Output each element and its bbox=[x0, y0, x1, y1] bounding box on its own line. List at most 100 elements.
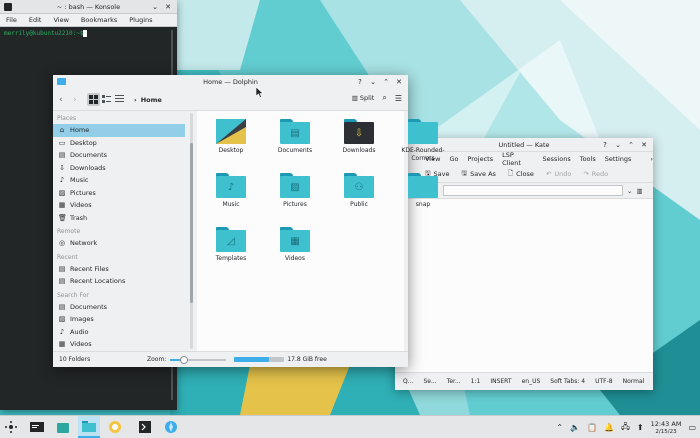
places-item-downloads[interactable]: ⇩ Downloads bbox=[53, 162, 195, 175]
network-icon[interactable]: 🖧 bbox=[621, 421, 630, 435]
indentation-mode[interactable]: Soft Tabs: 4 bbox=[550, 378, 585, 385]
file-view[interactable]: Desktop ▤ Documents ⇩ Downloads KDE-Rounded-C… bbox=[197, 111, 445, 351]
places-item-trash[interactable]: 🗑 Trash bbox=[53, 212, 195, 225]
breadcrumb[interactable]: › Home bbox=[134, 96, 162, 104]
file-item-videos[interactable]: ▦ Videos bbox=[265, 227, 325, 263]
encoding[interactable]: UTF-8 bbox=[595, 378, 613, 385]
minimize-icon[interactable]: ⌄ bbox=[613, 140, 623, 150]
file-item-kde-rounded-corners[interactable]: KDE-Rounded-Corners bbox=[393, 119, 453, 163]
text-editor[interactable] bbox=[395, 200, 653, 370]
konsole-task-icon[interactable] bbox=[134, 416, 156, 438]
search-item-images[interactable]: ▨ Images bbox=[53, 313, 195, 326]
file-item-documents[interactable]: ▤ Documents bbox=[265, 119, 325, 155]
maximize-icon[interactable]: ⌃ bbox=[381, 77, 391, 87]
hamburger-menu-icon[interactable]: ☰ bbox=[395, 94, 402, 103]
menu-file[interactable]: File bbox=[6, 16, 17, 24]
menu-overflow-icon[interactable]: › bbox=[650, 155, 653, 163]
minimize-icon[interactable]: ⌄ bbox=[150, 2, 160, 12]
places-item-pictures[interactable]: ▨ Pictures bbox=[53, 187, 195, 200]
recent-item-recent-locations[interactable]: ▤ Recent Locations bbox=[53, 275, 195, 288]
places-item-label: Videos bbox=[70, 201, 92, 210]
file-item-snap[interactable]: snap bbox=[393, 173, 453, 209]
browser-task-icon[interactable] bbox=[160, 416, 182, 438]
file-item-music[interactable]: ♪ Music bbox=[201, 173, 261, 209]
remote-item-network[interactable]: ◎ Network bbox=[53, 237, 195, 250]
save-as-button[interactable]: 🖫 Save As bbox=[462, 169, 496, 180]
places-item-desktop[interactable]: ▭ Desktop bbox=[53, 137, 195, 150]
details-view-icon[interactable] bbox=[113, 93, 126, 106]
menu-edit[interactable]: Edit bbox=[29, 16, 42, 24]
help-icon[interactable]: ? bbox=[600, 140, 610, 150]
expand-tray-icon[interactable]: ⌃ bbox=[556, 423, 563, 432]
places-scrollbar-thumb[interactable] bbox=[190, 143, 193, 303]
file-item-public[interactable]: ⚇ Public bbox=[329, 173, 389, 209]
search-item-documents[interactable]: ▤ Documents bbox=[53, 301, 195, 314]
syntax-mode[interactable]: Normal bbox=[623, 378, 645, 385]
clipboard-icon[interactable]: 📋 bbox=[587, 423, 597, 432]
document-tab-area[interactable] bbox=[443, 185, 623, 196]
file-item-pictures[interactable]: ▨ Pictures bbox=[265, 173, 325, 209]
file-item-desktop[interactable]: Desktop bbox=[201, 119, 261, 155]
maximize-icon[interactable]: ⌃ bbox=[626, 140, 636, 150]
digital-clock[interactable]: 12:43 AM 2/15/23 bbox=[651, 420, 682, 436]
places-scrollbar[interactable] bbox=[190, 113, 193, 349]
breadcrumb-home[interactable]: Home bbox=[141, 96, 162, 104]
spelling-language[interactable]: en_US bbox=[522, 378, 541, 385]
undo-button[interactable]: ↶ Undo bbox=[546, 170, 571, 178]
tab-dropdown-icon[interactable]: ⌄ bbox=[627, 187, 632, 195]
menu-tools[interactable]: Tools bbox=[580, 155, 596, 163]
menu-plugins[interactable]: Plugins bbox=[129, 16, 152, 24]
search-icon[interactable]: ⌕ bbox=[382, 93, 386, 103]
kate-task-icon[interactable] bbox=[104, 416, 126, 438]
input-mode[interactable]: INSERT bbox=[490, 378, 511, 385]
close-document-button[interactable]: 🗋 Close bbox=[508, 169, 534, 180]
status-item[interactable]: Ter... bbox=[447, 378, 461, 385]
close-icon[interactable]: ✕ bbox=[394, 77, 404, 87]
menu-lsp-client[interactable]: LSP Client bbox=[502, 151, 533, 167]
file-item-templates[interactable]: ◿ Templates bbox=[201, 227, 261, 263]
status-item[interactable]: Se... bbox=[423, 378, 436, 385]
notifications-icon[interactable]: 🔔 bbox=[604, 423, 614, 432]
application-launcher-icon[interactable] bbox=[0, 416, 22, 438]
help-icon[interactable]: ? bbox=[355, 77, 365, 87]
places-item-documents[interactable]: ▤ Documents bbox=[53, 149, 195, 162]
menu-bookmarks[interactable]: Bookmarks bbox=[81, 16, 117, 24]
compact-view-icon[interactable] bbox=[100, 93, 113, 106]
places-section-recent: Recent bbox=[57, 253, 78, 261]
dolphin-window[interactable]: Home — Dolphin ? ⌄ ⌃ ✕ ‹ › › Home ▥ Split … bbox=[53, 75, 445, 367]
status-item[interactable]: Q... bbox=[403, 378, 413, 385]
minimize-icon[interactable]: ⌄ bbox=[368, 77, 378, 87]
close-icon[interactable]: ✕ bbox=[639, 140, 649, 150]
konsole-titlebar[interactable]: ~ : bash — Konsole ⌄ ✕ bbox=[0, 0, 177, 14]
icons-view-icon[interactable] bbox=[87, 93, 100, 106]
back-icon[interactable]: ‹ bbox=[59, 95, 73, 105]
split-button[interactable]: ▥ Split bbox=[352, 94, 375, 102]
close-icon[interactable]: ✕ bbox=[163, 2, 173, 12]
places-item-music[interactable]: ♪ Music bbox=[53, 174, 195, 187]
updates-icon[interactable]: ⬆ bbox=[637, 423, 644, 432]
recent-item-recent-files[interactable]: ▤ Recent Files bbox=[53, 263, 195, 276]
split-view-icon[interactable]: ▥ bbox=[636, 187, 642, 195]
zoom-slider-handle[interactable] bbox=[180, 355, 189, 364]
places-item-videos[interactable]: ▦ Videos bbox=[53, 199, 195, 212]
file-item-downloads[interactable]: ⇩ Downloads bbox=[329, 119, 389, 155]
dolphin-titlebar[interactable]: Home — Dolphin ? ⌄ ⌃ ✕ bbox=[53, 75, 408, 89]
file-label: Documents bbox=[277, 147, 313, 154]
redo-button[interactable]: ↷ Redo bbox=[583, 170, 608, 178]
menu-view[interactable]: View bbox=[53, 16, 68, 24]
peek-desktop-icon[interactable]: ▭ bbox=[688, 423, 696, 432]
cursor-position[interactable]: 1:1 bbox=[471, 378, 481, 385]
menu-projects[interactable]: Projects bbox=[467, 155, 493, 163]
zoom-slider[interactable] bbox=[170, 355, 227, 364]
pager-icon[interactable] bbox=[26, 416, 48, 438]
search-item-videos[interactable]: ▦ Videos bbox=[53, 338, 195, 351]
search-item-audio[interactable]: ♪ Audio bbox=[53, 326, 195, 339]
dolphin-task-icon[interactable] bbox=[78, 416, 100, 438]
volume-icon[interactable]: 🔈 bbox=[570, 423, 580, 432]
discover-task-icon[interactable] bbox=[52, 416, 74, 438]
forward-icon[interactable]: › bbox=[73, 95, 87, 105]
menu-sessions[interactable]: Sessions bbox=[543, 155, 571, 163]
terminal-area[interactable]: merrily@kubuntu2210:~$ bbox=[0, 27, 177, 40]
menu-settings[interactable]: Settings bbox=[605, 155, 632, 163]
places-item-home[interactable]: ⌂ Home bbox=[53, 124, 185, 137]
